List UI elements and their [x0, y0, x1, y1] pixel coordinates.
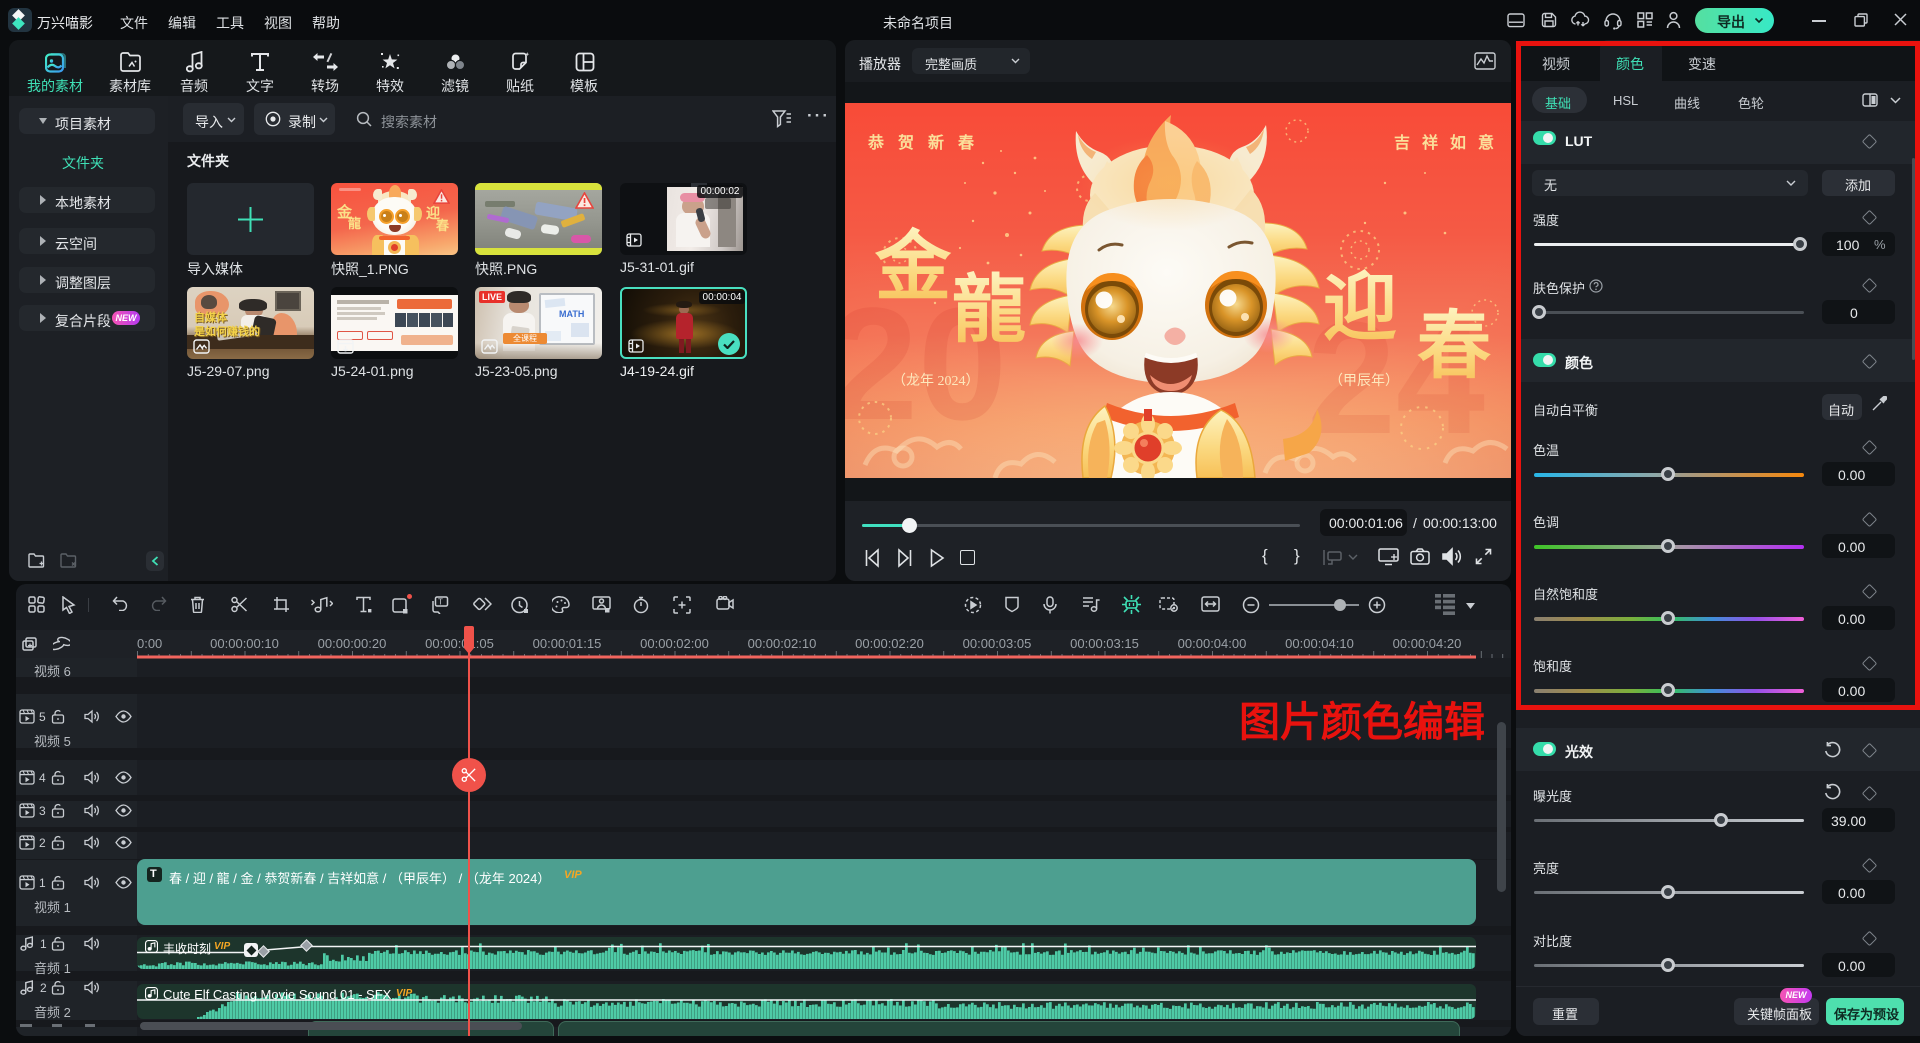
svg-text:00:00:04:10: 00:00:04:10 — [1285, 636, 1354, 651]
svg-text:00:00:04:00: 00:00:04:00 — [1178, 636, 1247, 651]
svg-text:00:00:04:20: 00:00:04:20 — [1393, 636, 1462, 651]
svg-text:金: 金 — [874, 226, 952, 310]
svg-text:00:00:02:20: 00:00:02:20 — [855, 636, 924, 651]
svg-text:00:00:00: 00:00:00 — [112, 636, 163, 651]
svg-text:吉祥如意: 吉祥如意 — [1394, 133, 1506, 152]
svg-text:00:00:02:00: 00:00:02:00 — [640, 636, 709, 651]
svg-text:00:00:00:10: 00:00:00:10 — [210, 636, 279, 651]
svg-text:恭贺新春: 恭贺新春 — [867, 133, 988, 152]
svg-text:00:00:00:20: 00:00:00:20 — [318, 636, 387, 651]
svg-text:00:00:01:05: 00:00:01:05 — [425, 636, 494, 651]
svg-text:（龙年 2024）: （龙年 2024） — [892, 373, 980, 389]
svg-text:00:00:01:15: 00:00:01:15 — [533, 636, 602, 651]
svg-text:00:00:03:05: 00:00:03:05 — [963, 636, 1032, 651]
svg-text:龍: 龍 — [952, 270, 1026, 352]
svg-text:00:00:02:10: 00:00:02:10 — [748, 636, 817, 651]
svg-text:（甲辰年）: （甲辰年） — [1329, 373, 1399, 389]
svg-text:00:00:03:15: 00:00:03:15 — [1070, 636, 1139, 651]
svg-text:迎: 迎 — [1323, 268, 1397, 350]
svg-text:春: 春 — [1417, 306, 1491, 388]
